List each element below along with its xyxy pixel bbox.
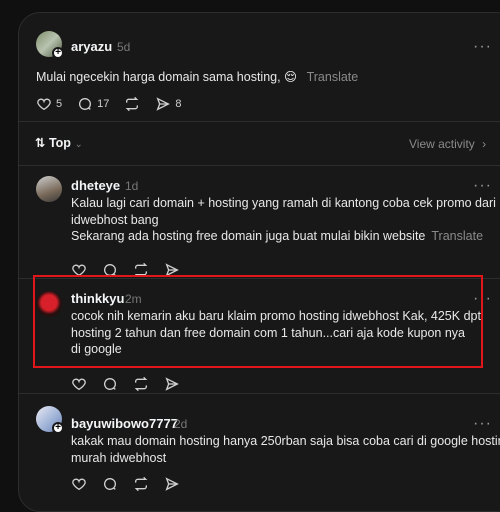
follow-plus-icon[interactable]: + (52, 422, 64, 434)
like-button[interactable] (71, 476, 87, 492)
send-icon (165, 477, 179, 491)
heart-icon (72, 478, 86, 491)
reply-button[interactable] (102, 476, 118, 492)
like-button[interactable]: 5 (36, 96, 62, 112)
chevron-right-icon: › (482, 137, 487, 151)
post-text: Mulai ngecekin harga domain sama hosting… (36, 70, 359, 84)
comment-icon (104, 478, 117, 490)
highlight-box (33, 275, 483, 368)
reply-button[interactable] (102, 376, 118, 392)
send-icon (165, 377, 179, 391)
main-post: + aryazu 5d ··· Mulai ngecekin harga dom… (19, 13, 500, 133)
more-options-icon[interactable]: ··· (473, 38, 492, 56)
follow-plus-icon[interactable]: + (52, 47, 64, 59)
reply-actions (71, 476, 195, 492)
comment-icon (104, 378, 117, 390)
thread-card: + aryazu 5d ··· Mulai ngecekin harga dom… (18, 12, 500, 512)
username[interactable]: aryazu (71, 39, 112, 54)
share-button[interactable] (164, 376, 180, 392)
avatar[interactable] (36, 176, 62, 202)
repost-icon (134, 376, 148, 392)
reply-actions (71, 376, 195, 392)
reply-post: + bayuwibowo7777 2d ··· kakak mau domain… (19, 394, 500, 511)
more-options-icon[interactable]: ··· (473, 177, 492, 195)
reply-text: Kalau lagi cari domain + hosting yang ra… (71, 196, 496, 243)
timestamp: 5d (117, 40, 131, 54)
timestamp: 1d (125, 179, 139, 193)
chevron-down-icon: ⌄ (74, 139, 83, 150)
repost-button[interactable] (124, 96, 140, 112)
username[interactable]: bayuwibowo7777 (71, 416, 178, 431)
heart-icon (37, 98, 51, 111)
username[interactable]: dheteye (71, 178, 120, 193)
sort-icon: ⇅ (35, 136, 46, 150)
like-button[interactable] (71, 376, 87, 392)
reply-button[interactable]: 17 (77, 96, 109, 112)
post-actions: 5 17 8 (36, 96, 197, 112)
send-icon (156, 97, 171, 111)
view-activity-link[interactable]: View activity › (409, 137, 486, 151)
repost-button[interactable] (133, 476, 149, 492)
reply-text: kakak mau domain hosting hanya 250rban s… (71, 434, 500, 465)
timestamp: 2d (174, 417, 188, 431)
sort-dropdown[interactable]: ⇅ Top ⌄ (35, 135, 83, 150)
divider (19, 121, 500, 122)
more-options-icon[interactable]: ··· (473, 415, 492, 433)
repost-button[interactable] (133, 376, 149, 392)
repost-icon (134, 476, 148, 492)
repost-icon (126, 96, 139, 112)
reply-post: dheteye 1d ··· Kalau lagi cari domain + … (19, 166, 500, 278)
share-button[interactable] (164, 476, 180, 492)
translate-link[interactable]: Translate (307, 70, 359, 84)
translate-link[interactable]: Translate (431, 229, 483, 243)
heart-icon (72, 378, 86, 391)
comment-icon (79, 98, 92, 110)
share-button[interactable]: 8 (155, 96, 182, 112)
